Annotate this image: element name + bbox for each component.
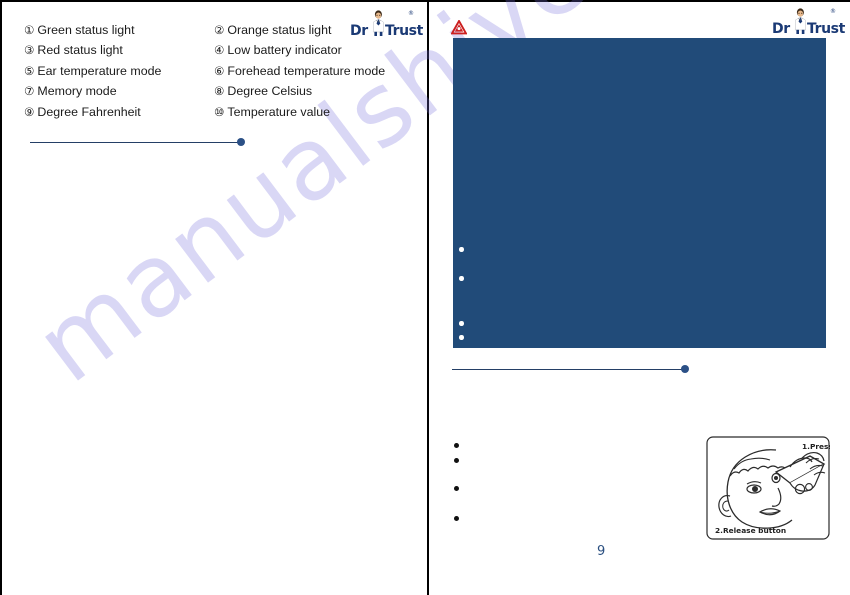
legend-label: Orange status light: [227, 23, 332, 37]
brand-logo: DrxxTrust ®: [772, 8, 845, 38]
list-bullet: [454, 443, 459, 448]
brand-name-prefix: Dr: [772, 21, 790, 37]
brand-wordmark: DrxxTrust: [772, 21, 845, 37]
legend-label: Degree Celsius: [227, 84, 313, 99]
legend-number: ⑧: [214, 84, 225, 99]
legend-item: ⑦ Memory mode: [24, 81, 214, 101]
legend-item: ⑥ Forehead temperature mode: [214, 61, 414, 81]
section-divider-dot: [681, 365, 689, 373]
brand-name-suffix: Trust: [385, 23, 423, 39]
svg-text:1.Press button: 1.Press button: [802, 442, 830, 451]
section-divider-rule: [452, 369, 684, 371]
legend-number: ⑦: [24, 84, 35, 99]
section-divider-dot: [237, 138, 245, 146]
brand-name-prefix: Dr: [350, 23, 368, 39]
brand-wordmark: DrxxTrust: [350, 23, 423, 39]
redacted-bullet: [459, 321, 464, 326]
legend-item: ① Green status light: [24, 20, 214, 40]
legend-item: ⑨ Degree Fahrenheit: [24, 102, 214, 122]
legend-label: Memory mode: [37, 84, 117, 99]
legend-label: Red status light: [37, 43, 123, 58]
brand-logo: DrxxTrust ®: [350, 10, 423, 40]
legend-number: ③: [24, 43, 35, 58]
left-page: ① Green status light ② Orange status lig…: [2, 2, 427, 595]
list-bullet: [454, 458, 459, 463]
legend-label: Forehead temperature mode: [227, 63, 386, 78]
registered-mark: ®: [408, 10, 414, 17]
legend-number: ②: [214, 23, 225, 37]
section-divider-rule: [30, 142, 238, 144]
redacted-bullet: [459, 276, 464, 281]
legend-number: ⑩: [214, 104, 225, 119]
list-bullet: [454, 486, 459, 491]
svg-text:2.Release button: 2.Release button: [715, 526, 786, 535]
legend-item: ③ Red status light: [24, 40, 214, 60]
legend-item: ⑤ Ear temperature mode: [24, 61, 214, 81]
brand-name-suffix: Trust: [807, 21, 845, 37]
legend-label: Low battery indicator: [227, 43, 342, 58]
scanned-page-spread: ① Green status light ② Orange status lig…: [0, 0, 850, 595]
legend-label: Green status light: [37, 23, 135, 37]
legend-item: ④ Low battery indicator: [214, 40, 414, 60]
forehead-thermometer-usage-diagram: 1.Press button 2.Release button: [706, 436, 830, 540]
legend-item: ⑩ Temperature value: [214, 102, 414, 122]
right-page: 1.Press button 2.Release button 9: [429, 2, 850, 595]
redacted-bullet: [459, 247, 464, 252]
page-number: 9: [597, 544, 606, 559]
list-bullet: [454, 516, 459, 521]
legend-number: ④: [214, 43, 225, 58]
registered-mark: ®: [830, 8, 836, 15]
legend-label: Temperature value: [227, 104, 331, 119]
legend-label: Ear temperature mode: [37, 63, 162, 78]
redacted-content-block: [453, 38, 826, 348]
legend-number: ⑥: [214, 63, 225, 78]
redacted-bullet: [459, 335, 464, 340]
legend-number: ⑨: [24, 104, 35, 119]
legend-number: ⑤: [24, 63, 35, 78]
caution-triangle-icon: [450, 19, 468, 35]
legend-item: ⑧ Degree Celsius: [214, 81, 414, 101]
legend-number: ①: [24, 23, 35, 37]
legend-label: Degree Fahrenheit: [37, 104, 141, 119]
